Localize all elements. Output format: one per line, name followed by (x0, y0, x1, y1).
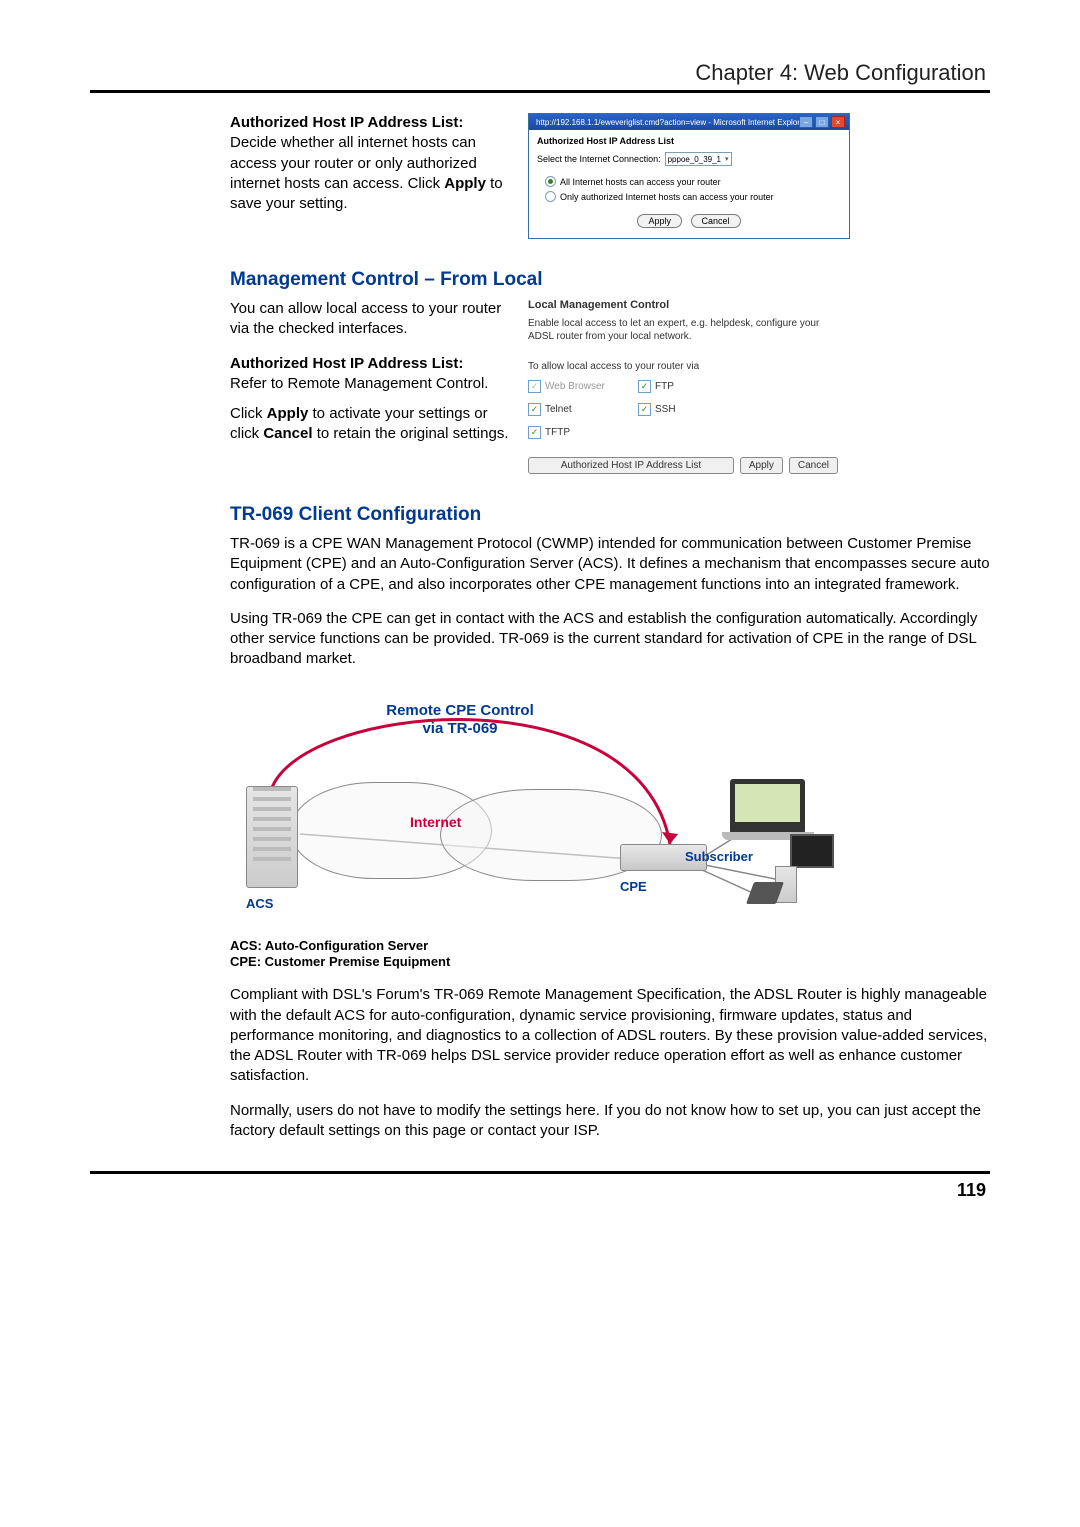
lp-title: Local Management Control (528, 299, 838, 311)
minimize-icon[interactable]: – (799, 116, 813, 128)
tr069-p1: TR-069 is a CPE WAN Management Protocol … (230, 534, 990, 595)
section-heading-tr069: TR-069 Client Configuration (230, 504, 990, 526)
ahip-title: Authorized Host IP Address List: (230, 114, 463, 131)
local-p3c: to retain the original settings. (313, 425, 509, 442)
lp-cancel-button[interactable]: Cancel (789, 457, 838, 474)
monitor-icon (790, 834, 834, 868)
radio-authorized-only-label: Only authorized Internet hosts can acces… (560, 192, 774, 202)
ahip-apply-word: Apply (444, 175, 486, 192)
diagram-subscriber-label: Subscriber (685, 849, 753, 864)
ie-apply-button[interactable]: Apply (637, 214, 682, 228)
tr069-p3: Compliant with DSL's Forum's TR-069 Remo… (230, 985, 990, 1086)
local-cancel-word: Cancel (263, 425, 312, 442)
authorized-host-list-button[interactable]: Authorized Host IP Address List (528, 457, 734, 474)
maximize-icon[interactable]: □ (815, 116, 829, 128)
ie-window: http://192.168.1.1/eweveriglist.cmd?acti… (528, 113, 850, 239)
checkbox-telnet[interactable] (528, 403, 541, 416)
local-ahip-title: Authorized Host IP Address List: (230, 355, 463, 372)
checkbox-web-browser[interactable] (528, 380, 541, 393)
diagram-internet-label: Internet (410, 814, 461, 830)
checkbox-ftp[interactable] (638, 380, 651, 393)
checkbox-ftp-label: FTP (655, 381, 674, 392)
radio-all-hosts-label: All Internet hosts can access your route… (560, 177, 721, 187)
diagram-acs-label: ACS (246, 896, 273, 911)
laptop-icon (730, 779, 805, 834)
checkbox-tftp[interactable] (528, 426, 541, 439)
lp-apply-button[interactable]: Apply (740, 457, 783, 474)
ie-select-label: Select the Internet Connection: (537, 154, 661, 164)
section-heading-local: Management Control – From Local (230, 269, 990, 291)
tr069-p4: Normally, users do not have to modify th… (230, 1101, 990, 1142)
checkbox-web-browser-label: Web Browser (545, 381, 605, 392)
radio-all-hosts[interactable] (545, 176, 556, 187)
local-apply-word: Apply (267, 405, 309, 422)
local-p3a: Click (230, 405, 267, 422)
close-icon[interactable]: × (831, 116, 845, 128)
checkbox-tftp-label: TFTP (545, 427, 570, 438)
page-header: Chapter 4: Web Configuration (90, 60, 990, 86)
local-p1: You can allow local access to your route… (230, 299, 510, 340)
legend-cpe: CPE: Customer Premise Equipment (230, 954, 450, 969)
radio-authorized-only[interactable] (545, 191, 556, 202)
checkbox-ssh[interactable] (638, 403, 651, 416)
ie-title-text: http://192.168.1.1/eweveriglist.cmd?acti… (536, 118, 799, 127)
legend-acs: ACS: Auto-Configuration Server (230, 938, 428, 953)
ie-panel-title: Authorized Host IP Address List (537, 136, 841, 146)
ahip-text-a: Decide whether all internet hosts can ac… (230, 134, 477, 192)
header-rule (90, 90, 990, 93)
internet-connection-select[interactable]: pppoe_0_39_1 ▾ (665, 152, 732, 166)
tr069-diagram: Remote CPE Controlvia TR-069 Internet Su… (230, 684, 830, 934)
footer-rule (90, 1171, 990, 1174)
checkbox-telnet-label: Telnet (545, 404, 572, 415)
tr069-p2: Using TR-069 the CPE can get in contact … (230, 609, 990, 670)
diagram-title: Remote CPE Controlvia TR-069 (360, 702, 560, 738)
page-number: 119 (90, 1180, 990, 1201)
local-p2: Refer to Remote Management Control. (230, 375, 488, 392)
checkbox-ssh-label: SSH (655, 404, 676, 415)
ie-titlebar: http://192.168.1.1/eweveriglist.cmd?acti… (529, 114, 849, 130)
ie-cancel-button[interactable]: Cancel (691, 214, 741, 228)
lp-sub: Enable local access to let an expert, e.… (528, 317, 838, 343)
lp-allow-text: To allow local access to your router via (528, 361, 838, 372)
diagram-cpe-label: CPE (620, 879, 647, 894)
server-icon (246, 786, 298, 888)
chevron-down-icon: ▾ (725, 155, 729, 163)
select-value: pppoe_0_39_1 (668, 155, 721, 164)
local-management-panel: Local Management Control Enable local ac… (528, 299, 838, 474)
